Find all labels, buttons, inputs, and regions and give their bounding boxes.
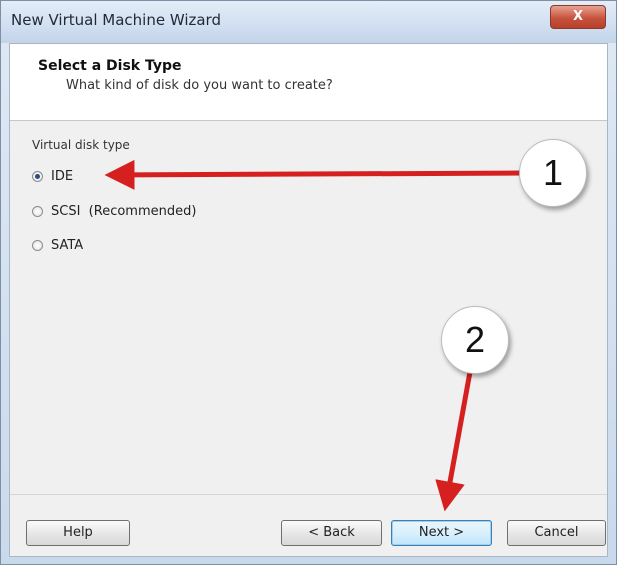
radio-button-scsi[interactable] <box>32 205 43 217</box>
disk-type-group-label: Virtual disk type <box>32 138 130 152</box>
window-title: New Virtual Machine Wizard <box>11 11 221 29</box>
annotation-marker-2: 2 <box>441 306 509 374</box>
button-separator <box>10 494 607 495</box>
wizard-header: Select a Disk Type What kind of disk do … <box>10 44 607 121</box>
close-button[interactable]: X <box>550 5 606 29</box>
radio-label-sata: SATA <box>51 237 84 253</box>
radio-button-ide[interactable] <box>32 170 43 182</box>
radio-label-ide: IDE <box>51 168 74 184</box>
close-icon: X <box>572 9 584 24</box>
radio-option-ide[interactable]: IDE <box>32 166 73 186</box>
wizard-body: Select a Disk Type What kind of disk do … <box>9 43 608 557</box>
help-button[interactable]: Help <box>26 520 130 546</box>
title-bar[interactable]: New Virtual Machine Wizard X <box>1 1 616 43</box>
annotation-marker-1: 1 <box>519 139 587 207</box>
radio-label-scsi: SCSI (Recommended) <box>51 203 197 219</box>
cancel-button[interactable]: Cancel <box>507 520 606 546</box>
radio-button-sata[interactable] <box>32 239 43 251</box>
next-button[interactable]: Next > <box>391 520 492 546</box>
wizard-window: New Virtual Machine Wizard X Select a Di… <box>0 0 617 565</box>
back-button[interactable]: < Back <box>281 520 382 546</box>
page-title: Select a Disk Type <box>38 58 182 74</box>
page-subtitle: What kind of disk do you want to create? <box>66 78 333 93</box>
radio-option-sata[interactable]: SATA <box>32 235 83 255</box>
radio-option-scsi[interactable]: SCSI (Recommended) <box>32 201 196 221</box>
